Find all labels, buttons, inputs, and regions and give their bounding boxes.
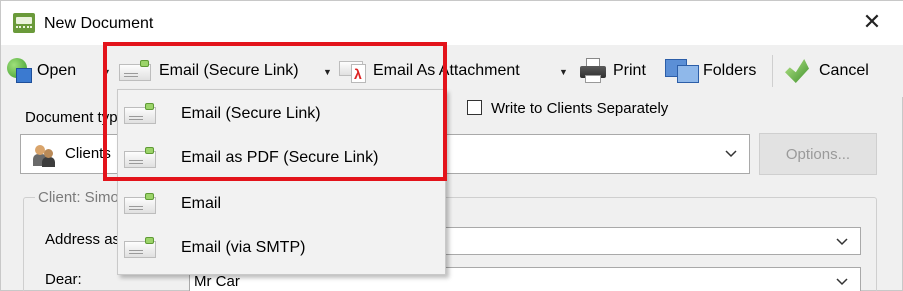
title-bar: New Document ✕ (1, 1, 903, 45)
open-label: Open (37, 62, 77, 79)
window-title: New Document (44, 15, 154, 32)
email-icon (124, 237, 158, 259)
menu-item-label: Email (181, 195, 222, 212)
email-icon (124, 193, 158, 215)
printer-icon (579, 58, 609, 84)
folders-label: Folders (703, 62, 757, 79)
options-button[interactable]: Options... (759, 133, 877, 175)
chevron-down-icon (836, 238, 848, 246)
menu-item-label: Email (via SMTP) (181, 239, 306, 256)
open-icon (7, 58, 33, 84)
chevron-down-icon (836, 278, 848, 286)
cancel-button[interactable]: Cancel (783, 57, 869, 85)
cancel-label: Cancel (819, 62, 869, 79)
folders-button[interactable]: Folders (665, 57, 756, 85)
chevron-down-icon (725, 150, 737, 158)
close-button[interactable]: ✕ (859, 10, 885, 36)
menu-item-email[interactable]: Email (118, 182, 445, 226)
dear-value: Mr Car (194, 273, 240, 290)
new-document-window: New Document ✕ Open ▼ Email (Secure Link… (0, 0, 903, 291)
folders-icon (665, 57, 701, 85)
dear-label: Dear: (45, 271, 82, 288)
attachment-dropdown-icon[interactable]: ▼ (559, 67, 568, 77)
print-button[interactable]: Print (579, 57, 646, 85)
menu-item-email-smtp[interactable]: Email (via SMTP) (118, 226, 445, 270)
print-label: Print (613, 62, 646, 79)
write-separately-checkbox[interactable] (467, 100, 482, 115)
clients-icon (33, 145, 55, 167)
open-button[interactable]: Open (7, 57, 76, 85)
app-logo-icon (13, 13, 35, 33)
highlight-annotation-box (103, 42, 447, 181)
address-as-label: Address as (45, 231, 121, 248)
write-separately-label: Write to Clients Separately (491, 100, 669, 117)
cancel-arrow-icon (783, 57, 813, 85)
toolbar-separator (772, 55, 773, 87)
